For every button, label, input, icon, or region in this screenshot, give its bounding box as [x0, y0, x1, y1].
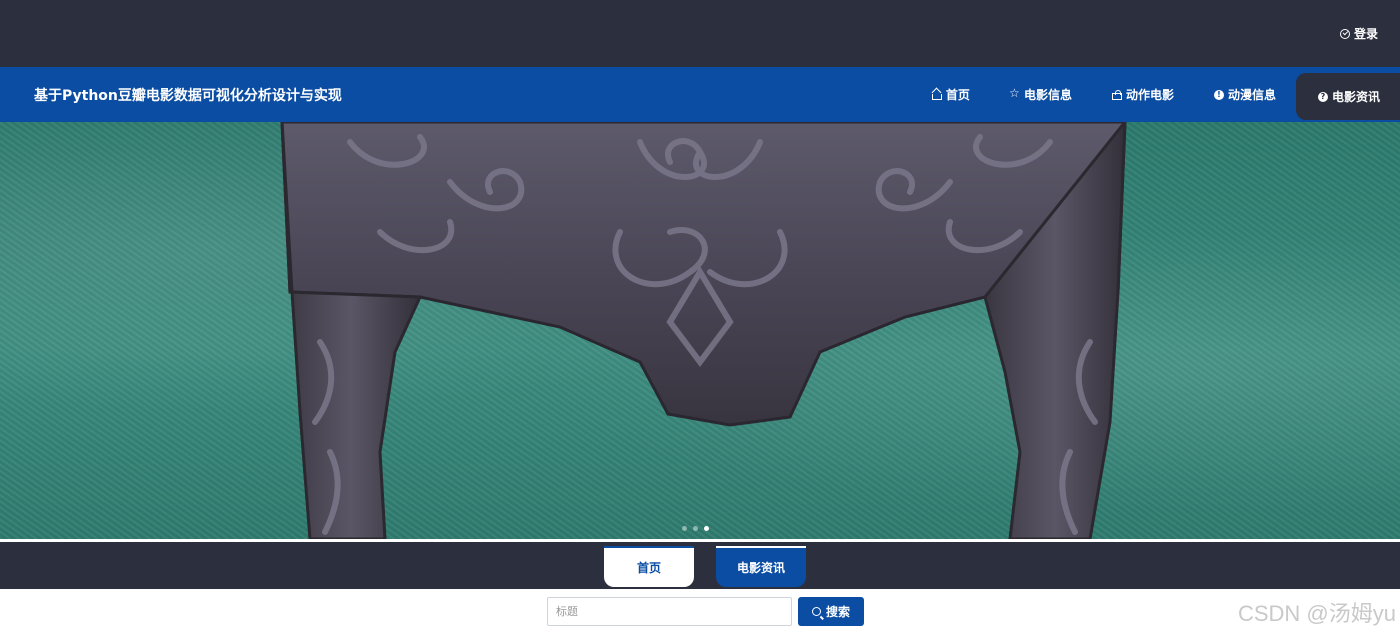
top-bar: 登录 [0, 0, 1400, 67]
help-icon: ? [1317, 91, 1328, 102]
carousel-dot[interactable] [682, 526, 687, 531]
search-button[interactable]: 搜索 [798, 597, 864, 626]
banner-image [280, 122, 1127, 539]
carousel-dot[interactable] [693, 526, 698, 531]
nav-item-anime-info[interactable]: ! 动漫信息 [1194, 67, 1296, 122]
check-circle-icon [1339, 28, 1350, 39]
nav-menu: 首页 电影信息 动作电影 ! 动漫信息 ? 电影资讯 [912, 67, 1400, 122]
home-icon [931, 93, 942, 100]
nav-item-label: 首页 [945, 88, 970, 102]
nav-item-action-movies[interactable]: 动作电影 [1092, 67, 1194, 122]
carousel-indicators [682, 526, 709, 531]
search-button-label: 搜索 [825, 605, 850, 619]
nav-item-label: 电影资讯 [1331, 90, 1380, 104]
nav-item-movie-info[interactable]: 电影信息 [990, 67, 1092, 122]
nav-item-label: 电影信息 [1023, 88, 1072, 102]
tab-home[interactable]: 首页 [604, 546, 694, 587]
watermark: CSDN @汤姆yu [1237, 601, 1396, 626]
nav-item-home[interactable]: 首页 [912, 67, 990, 122]
nav-item-label: 动漫信息 [1227, 88, 1276, 102]
tab-movie-news[interactable]: 电影资讯 [716, 546, 806, 587]
login-label: 登录 [1353, 27, 1378, 41]
info-icon: ! [1213, 89, 1224, 100]
carousel-dot-active[interactable] [704, 526, 709, 531]
bag-icon [1111, 89, 1122, 100]
main-navbar: 基于Python豆瓣电影数据可视化分析设计与实现 首页 电影信息 动作电影 ! … [0, 67, 1400, 122]
search-icon [811, 607, 821, 616]
search-bar: 搜索 [0, 589, 1400, 634]
title-search-input[interactable] [547, 597, 792, 626]
nav-item-movie-news[interactable]: ? 电影资讯 [1295, 73, 1400, 120]
star-icon [1009, 86, 1020, 100]
nav-item-label: 动作电影 [1125, 88, 1174, 102]
section-tabs: 首页 电影资讯 [0, 542, 1400, 589]
banner-carousel[interactable] [0, 122, 1400, 539]
login-button[interactable]: 登录 [1339, 25, 1378, 42]
site-title: 基于Python豆瓣电影数据可视化分析设计与实现 [34, 88, 342, 104]
